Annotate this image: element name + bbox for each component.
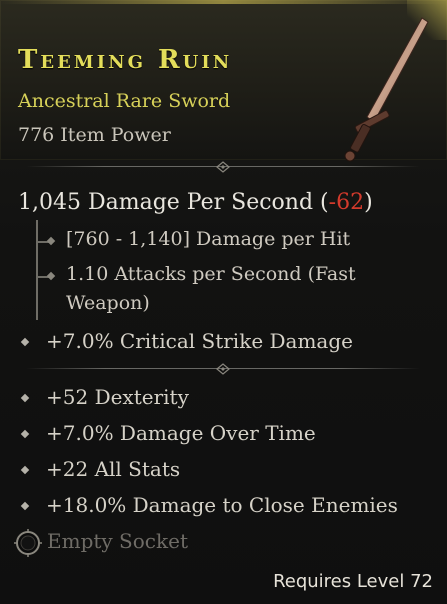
dps-value: 1,045 Damage Per Second	[18, 190, 314, 215]
damage-per-second: 1,045 Damage Per Second (-62)	[18, 190, 373, 215]
item-power: 776 Item Power	[18, 124, 171, 146]
sword-icon	[344, 17, 429, 162]
item-type: Ancestral Rare Sword	[18, 90, 231, 112]
branch-node-icon	[46, 236, 56, 246]
divider-2	[26, 362, 420, 375]
dps-delta: -62	[328, 190, 365, 215]
empty-socket-icon	[14, 529, 42, 557]
item-name: Teeming Ruin	[18, 45, 233, 75]
rarity-glow	[0, 0, 447, 4]
divider-ornament-icon	[216, 161, 230, 173]
diamond-bullet-icon	[20, 429, 30, 439]
divider-1	[26, 160, 420, 173]
diamond-bullet-icon	[20, 501, 30, 511]
diamond-bullet-icon	[20, 393, 30, 403]
dps-paren-close: )	[364, 190, 373, 215]
diamond-bullet-icon	[20, 465, 30, 475]
divider-ornament-icon	[216, 363, 230, 375]
diamond-bullet-icon	[20, 337, 30, 347]
branch-node-icon	[46, 271, 56, 281]
dps-paren-open: (	[313, 190, 329, 215]
level-requirement: Requires Level 72	[273, 571, 433, 592]
item-tooltip: Teeming Ruin Ancestral Rare Sword 776 It…	[0, 0, 447, 604]
empty-socket-label: Empty Socket	[47, 529, 188, 553]
stat-branch-line	[36, 220, 38, 320]
